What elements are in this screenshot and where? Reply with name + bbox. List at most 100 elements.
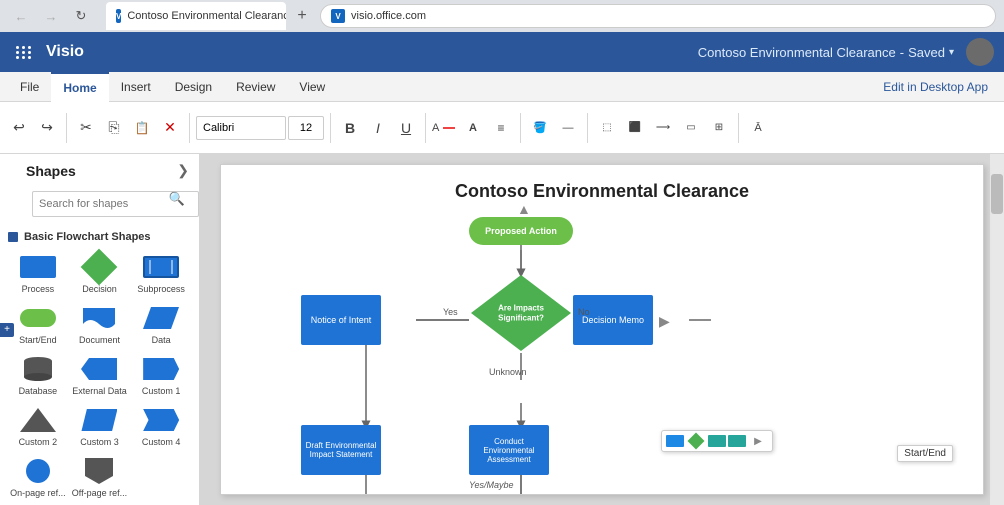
align-button[interactable]: ≡ bbox=[488, 115, 514, 141]
shape-item-custom2[interactable]: Custom 2 bbox=[8, 402, 68, 451]
sidebar-close-button[interactable]: ❯ bbox=[177, 162, 189, 179]
fill-color-button[interactable]: 🪣 bbox=[527, 115, 553, 141]
up-arrow-indicator: ▲ bbox=[517, 201, 531, 217]
shape-icon-offpage bbox=[79, 457, 119, 485]
shape-label-subprocess: Subprocess bbox=[137, 284, 185, 294]
line-color-button[interactable]: — bbox=[555, 115, 581, 141]
tab-review[interactable]: Review bbox=[224, 72, 287, 102]
group-button[interactable]: ⬛ bbox=[622, 115, 648, 141]
decision-memo-shape[interactable]: Decision Memo bbox=[573, 295, 653, 345]
shape-category: Basic Flowchart Shapes bbox=[0, 225, 199, 245]
diagram-button[interactable]: ⊞ bbox=[706, 115, 732, 141]
app-launcher-button[interactable] bbox=[10, 38, 38, 66]
shape-icon-extdata bbox=[79, 355, 119, 383]
font-color-button[interactable]: A bbox=[432, 115, 458, 141]
ribbon-content: ↩ ↪ ✂ ⎘ 📋 ✕ B I U A A ≡ 🪣 — ⬚ ⬛ ⟶ ▭ ⊞ Ā bbox=[0, 102, 1004, 154]
shape-item-custom4[interactable]: Custom 4 bbox=[131, 402, 191, 451]
shape-label-custom3: Custom 3 bbox=[80, 437, 119, 447]
tab-bar: V Contoso Environmental Clearanc... × + bbox=[106, 0, 314, 32]
cut-button[interactable]: ✂ bbox=[73, 115, 99, 141]
shape-item-offpage[interactable]: Off-page ref... bbox=[70, 453, 130, 502]
canvas-page[interactable]: Contoso Environmental Clearance bbox=[220, 164, 984, 495]
shape-item-document[interactable]: Document bbox=[70, 300, 130, 349]
mini-tb-shape1[interactable] bbox=[666, 435, 684, 447]
shape-icon-startend bbox=[18, 304, 58, 332]
font-size-input[interactable] bbox=[288, 116, 324, 140]
tab-file[interactable]: File bbox=[8, 72, 51, 102]
url-text: visio.office.com bbox=[351, 10, 426, 22]
shape-item-process[interactable]: Process bbox=[8, 249, 68, 298]
shape-icon-data bbox=[141, 304, 181, 332]
conduct-ea-shape[interactable]: Conduct Environmental Assessment bbox=[469, 425, 549, 475]
shape-item-startend[interactable]: Start/End bbox=[8, 300, 68, 349]
draft-eis-shape[interactable]: Draft Environmental Impact Statement bbox=[301, 425, 381, 475]
shape-item-custom3[interactable]: Custom 3 bbox=[70, 402, 130, 451]
ribbon-sep-7 bbox=[738, 113, 739, 143]
italic-button[interactable]: I bbox=[365, 115, 391, 141]
text-format-button[interactable]: Ā bbox=[745, 115, 771, 141]
new-tab-button[interactable]: + bbox=[290, 4, 314, 28]
tab-insert[interactable]: Insert bbox=[109, 72, 163, 102]
dropdown-arrow-icon[interactable]: ▾ bbox=[949, 47, 954, 58]
shape-item-data[interactable]: Data bbox=[131, 300, 191, 349]
tab-home[interactable]: Home bbox=[51, 72, 108, 102]
redo-button[interactable]: ↪ bbox=[34, 115, 60, 141]
proposed-action-shape[interactable]: Proposed Action bbox=[469, 217, 573, 245]
tab-view[interactable]: View bbox=[287, 72, 337, 102]
mini-tb-right-arrow[interactable]: ▶ bbox=[748, 433, 768, 449]
mini-tb-shape2[interactable] bbox=[686, 433, 706, 449]
shape-item-onpage[interactable]: On-page ref... bbox=[8, 453, 68, 502]
mini-tb-shape4[interactable] bbox=[728, 435, 746, 447]
ribbon-tabs: File Home Insert Design Review View Edit… bbox=[0, 72, 1004, 102]
forward-button[interactable]: → bbox=[38, 3, 64, 29]
font-name-selector[interactable] bbox=[196, 116, 286, 140]
copy-button[interactable]: ⎘ bbox=[101, 115, 127, 141]
decision-memo-right-arrow: ▶ bbox=[659, 313, 670, 330]
tab-design[interactable]: Design bbox=[163, 72, 224, 102]
paste-button[interactable]: 📋 bbox=[129, 115, 155, 141]
ribbon-sep-1 bbox=[66, 113, 67, 143]
scroll-thumb[interactable] bbox=[991, 174, 1003, 214]
conduct-ea-label: Conduct Environmental Assessment bbox=[469, 425, 549, 475]
shape-label-decision: Decision bbox=[82, 284, 117, 294]
ribbon-sep-6 bbox=[587, 113, 588, 143]
shape-item-decision[interactable]: Decision bbox=[70, 249, 130, 298]
tab-title: Contoso Environmental Clearanc... bbox=[127, 10, 286, 22]
ribbon-sep-5 bbox=[520, 113, 521, 143]
visio-favicon: V bbox=[116, 9, 121, 23]
arrange-button[interactable]: ⬚ bbox=[594, 115, 620, 141]
browser-tab[interactable]: V Contoso Environmental Clearanc... × bbox=[106, 2, 286, 30]
bold-button[interactable]: B bbox=[337, 115, 363, 141]
grid-icon bbox=[16, 46, 32, 59]
shape-icon-custom2 bbox=[18, 406, 58, 434]
container-button[interactable]: ▭ bbox=[678, 115, 704, 141]
connect-button[interactable]: ⟶ bbox=[650, 115, 676, 141]
highlight-button[interactable]: A bbox=[460, 115, 486, 141]
back-button[interactable]: ← bbox=[8, 3, 34, 29]
address-bar[interactable]: V visio.office.com bbox=[320, 4, 996, 28]
shape-label-document: Document bbox=[79, 335, 120, 345]
user-avatar[interactable] bbox=[966, 38, 994, 66]
vertical-scrollbar[interactable] bbox=[990, 154, 1004, 505]
browser-chrome: ← → ↻ V Contoso Environmental Clearanc..… bbox=[0, 0, 1004, 32]
mini-tb-shape3[interactable] bbox=[708, 435, 726, 447]
shape-item-custom1[interactable]: Custom 1 bbox=[131, 351, 191, 400]
shape-item-extdata[interactable]: External Data bbox=[70, 351, 130, 400]
shape-icon-custom3 bbox=[79, 406, 119, 434]
refresh-button[interactable]: ↻ bbox=[68, 3, 94, 29]
underline-button[interactable]: U bbox=[393, 115, 419, 141]
canvas-area[interactable]: Contoso Environmental Clearance bbox=[200, 154, 1004, 505]
mini-toolbar[interactable]: ▶ bbox=[661, 430, 773, 452]
shape-icon-document bbox=[79, 304, 119, 332]
shape-item-database[interactable]: Database bbox=[8, 351, 68, 400]
shape-item-subprocess[interactable]: Subprocess bbox=[131, 249, 191, 298]
edit-desktop-button[interactable]: Edit in Desktop App bbox=[875, 78, 996, 96]
yes-maybe-label: Yes/Maybe bbox=[469, 480, 514, 490]
add-shapes-button[interactable]: + bbox=[0, 323, 14, 337]
delete-button[interactable]: ✕ bbox=[157, 115, 183, 141]
undo-button[interactable]: ↩ bbox=[6, 115, 32, 141]
are-impacts-shape[interactable]: Are Impacts Significant? bbox=[469, 273, 573, 353]
shapes-grid: Process Decision Subprocess bbox=[0, 245, 199, 505]
flowchart: Contoso Environmental Clearance bbox=[221, 165, 983, 494]
notice-intent-shape[interactable]: Notice of Intent bbox=[301, 295, 381, 345]
